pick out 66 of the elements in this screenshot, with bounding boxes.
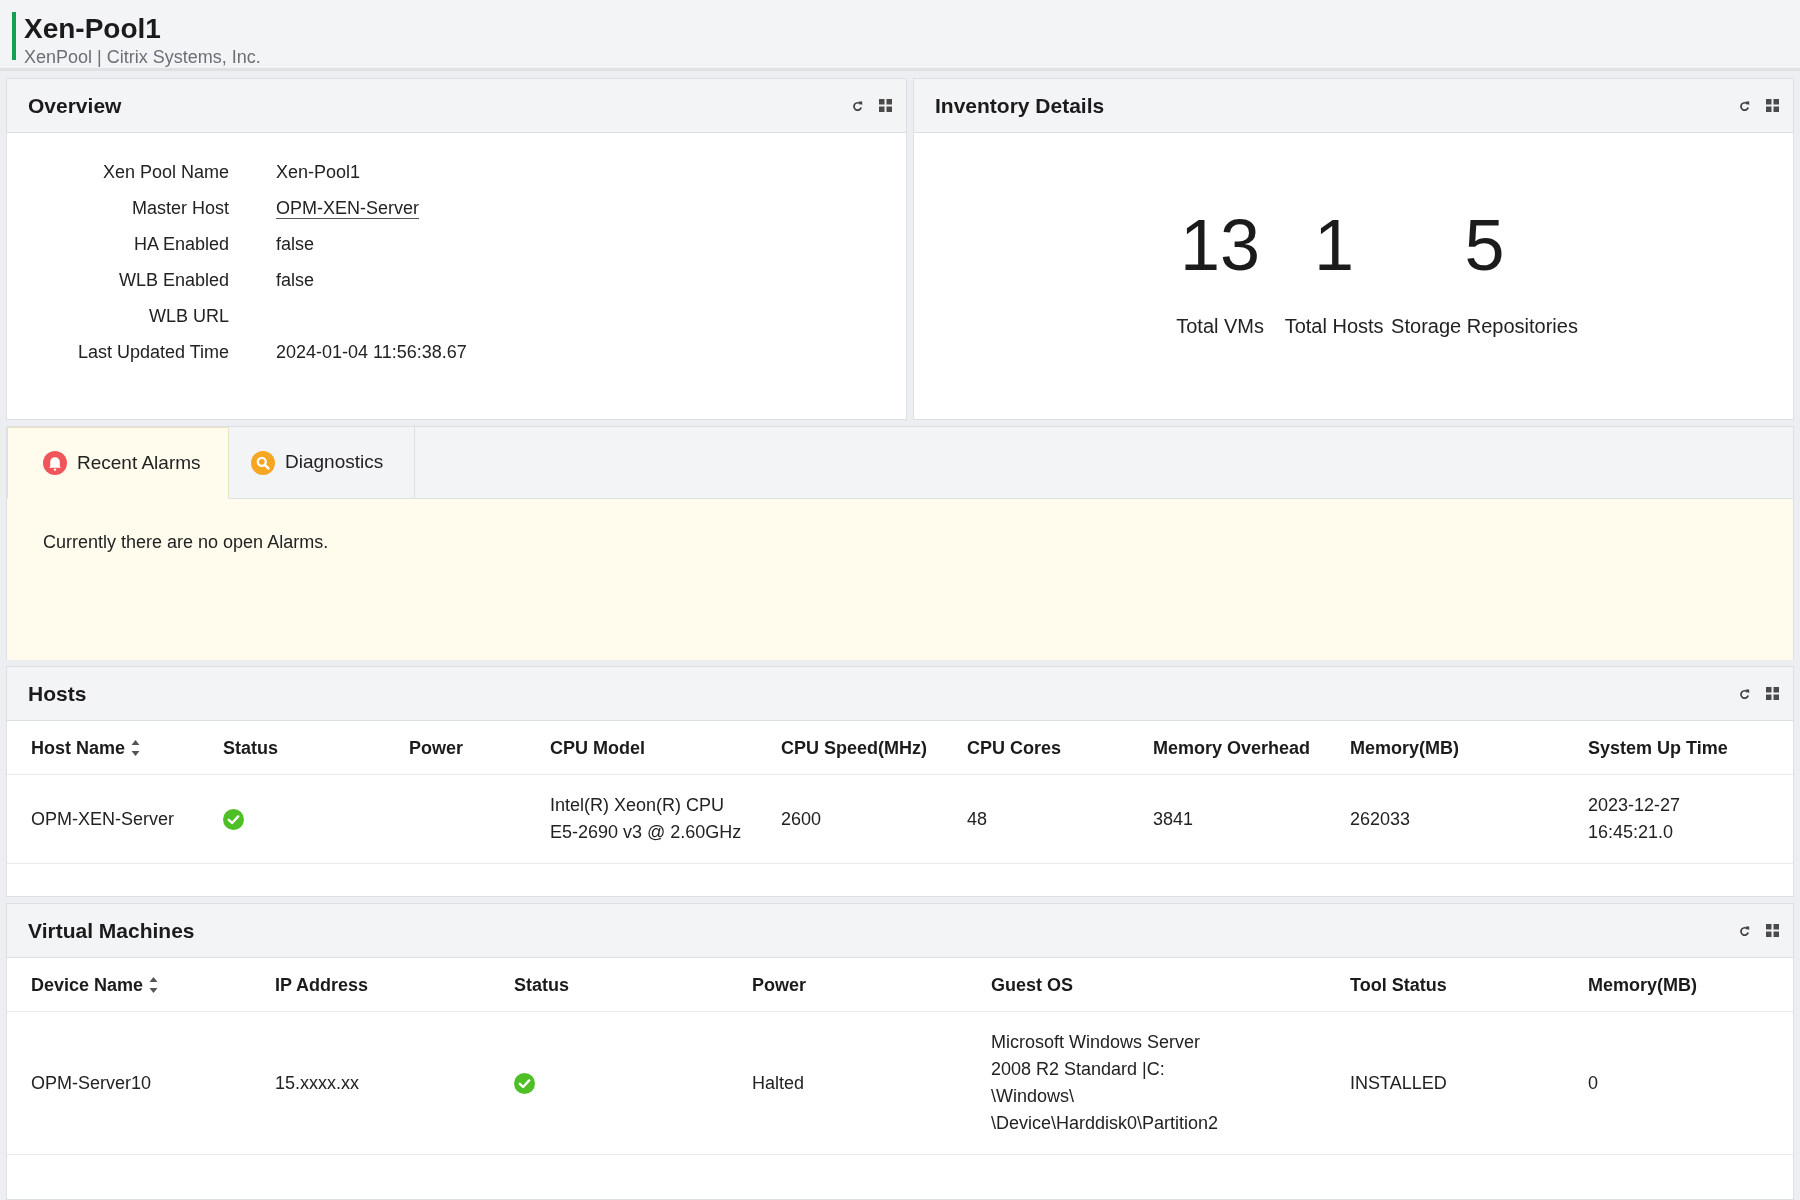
field-label: WLB Enabled [118,269,229,292]
table-cell-text: 3841 [1153,807,1194,831]
panel-title: Inventory Details [935,92,1105,119]
table-cell-text: Halted [752,1071,805,1095]
stat-label: Storage Repositories [1391,314,1578,339]
bell-icon [43,451,67,475]
empty-alarms-message: Currently there are no open Alarms. [43,531,329,554]
column-header: CPU Cores [967,737,1062,760]
table-cell-text: 2023-12-27 16:45:21.0 [1588,794,1682,844]
magnifier-icon [251,450,275,475]
table-cell-text: 262033 [1350,807,1411,831]
grid-icon[interactable] [1766,924,1779,937]
table-cell-text: 0 [1588,1071,1598,1095]
accent-bar [12,12,16,60]
column-header: CPU Speed(MHz) [781,737,927,760]
table-cell-text: 48 [967,807,988,831]
table-cell-text: Intel(R) Xeon(R) CPU E5-2690 v3 @ 2.60GHz [550,794,743,844]
stat-value: 1 [1314,205,1355,285]
stat-label: Total VMs [1176,314,1264,339]
sort-icon[interactable] [131,739,141,757]
column-header: Status [514,974,569,997]
sort-icon[interactable] [149,976,159,994]
field-value: false [276,233,315,256]
page-subtitle: XenPool | Citrix Systems, Inc. [24,46,261,68]
panel-title: Overview [28,92,122,119]
field-value: false [276,269,315,292]
field-label: Master Host [131,197,229,220]
refresh-icon[interactable] [852,99,863,112]
column-header: System Up Time [1588,737,1728,760]
field-value: 2024-01-04 11:56:38.67 [276,341,467,364]
column-header: Memory(MB) [1350,737,1459,760]
stat-label: Total Hosts [1284,314,1384,339]
column-header: Power [409,737,464,760]
grid-icon[interactable] [879,99,892,112]
column-header[interactable]: Host Name [31,736,126,760]
column-header: Memory(MB) [1588,974,1697,997]
refresh-icon[interactable] [1739,687,1750,700]
field-label: Last Updated Time [77,341,229,364]
column-header[interactable]: Device Name [31,973,144,997]
table-cell-text: Microsoft Windows Server 2008 R2 Standard |C: \Windows\ \Device\Harddisk0\Partition2 [991,1031,1219,1135]
field-value: Xen-Pool1 [276,161,361,184]
field-label: HA Enabled [133,233,229,256]
grid-icon[interactable] [1766,687,1779,700]
panel-title: Virtual Machines [28,917,195,944]
column-header: Memory Overhead [1153,737,1311,760]
column-header: Guest OS [991,974,1074,997]
grid-icon[interactable] [1766,99,1779,112]
panel-title: Hosts [28,680,87,707]
column-header: IP Address [275,974,369,997]
refresh-icon[interactable] [1739,99,1750,112]
table-cell-text: INSTALLED [1350,1071,1447,1095]
column-header: Tool Status [1350,974,1447,997]
column-header: Status [223,737,278,760]
master-host-link[interactable]: OPM-XEN-Server [276,190,419,226]
refresh-icon[interactable] [1739,924,1750,937]
stat-value: 13 [1180,205,1261,285]
column-header: Power [752,974,807,997]
table-cell-text: OPM-Server10 [31,1071,152,1095]
column-header: CPU Model [550,737,645,760]
tab[interactable]: Recent Alarms [7,427,229,499]
field-label: Xen Pool Name [102,161,229,184]
table-cell-text: OPM-XEN-Server [31,807,174,831]
table-cell-text: 2600 [781,807,822,831]
stat-value: 5 [1464,205,1505,285]
table-cell-text: 15.xxxx.xx [275,1071,360,1095]
page-title: Xen-Pool1 [24,14,162,44]
